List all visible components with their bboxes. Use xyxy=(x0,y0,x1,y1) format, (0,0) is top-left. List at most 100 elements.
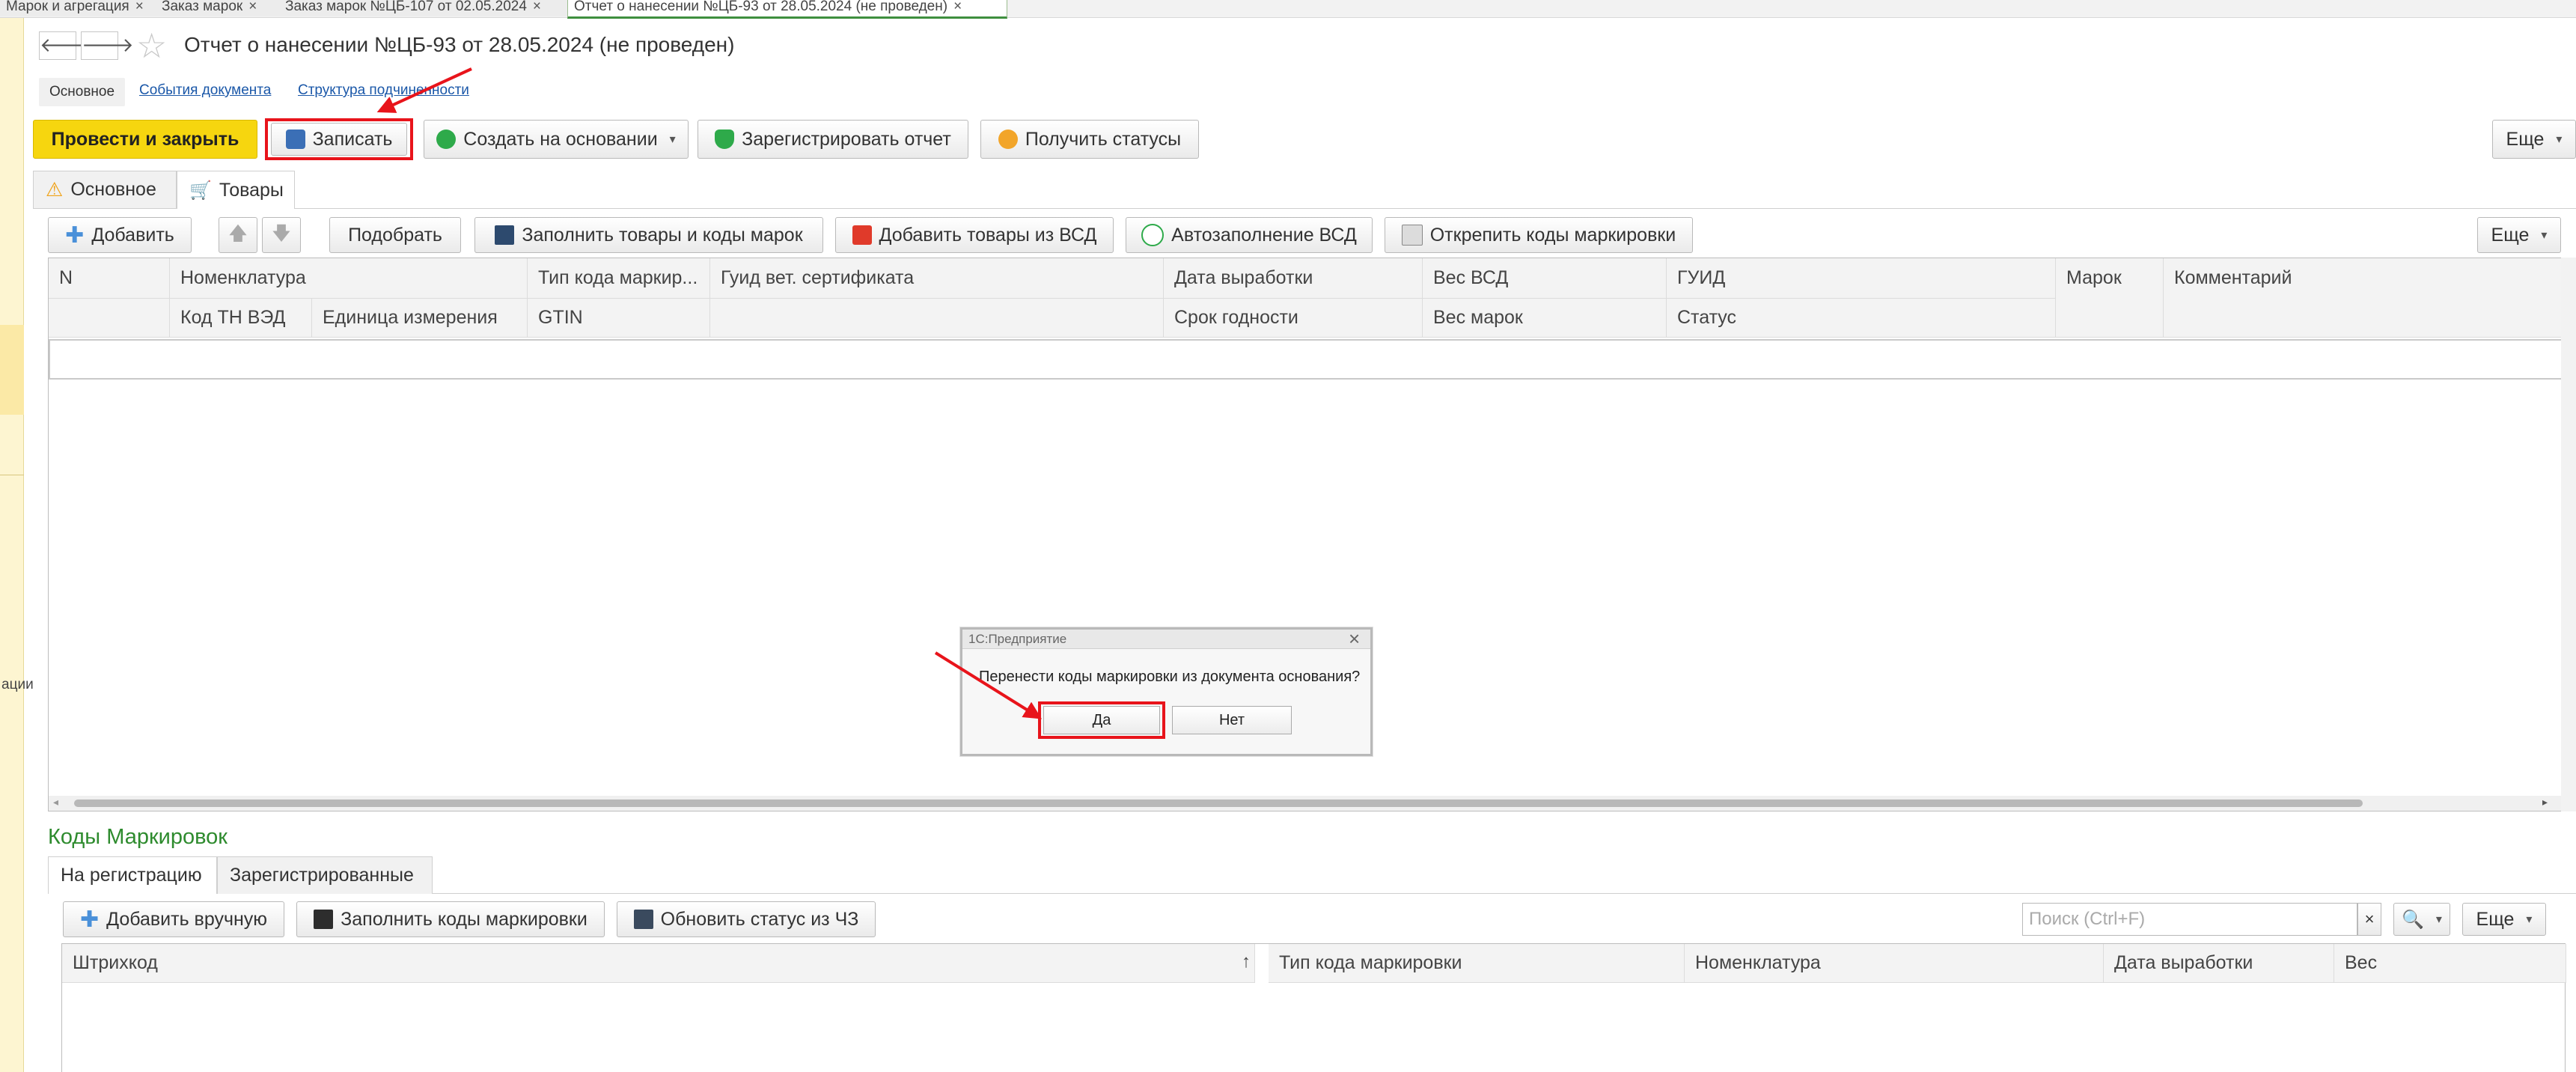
favorite-star-icon[interactable]: ☆ xyxy=(136,28,167,63)
autofill-vsd-button[interactable]: Автозаполнение ВСД xyxy=(1126,217,1373,253)
box-icon xyxy=(852,225,872,245)
column-header-tn-ved-code[interactable]: Код ТН ВЭД xyxy=(170,299,312,338)
top-tab-application-report[interactable]: Отчет о нанесении №ЦБ-93 от 28.05.2024 (… xyxy=(567,0,1007,19)
plus-circle-icon xyxy=(436,130,457,149)
column-header-vet-certificate-guid[interactable]: Гуид вет. сертификата xyxy=(710,258,1164,299)
register-report-button[interactable]: Зарегистрировать отчет xyxy=(698,120,968,159)
close-icon[interactable]: × xyxy=(953,0,962,14)
search-input[interactable]: Поиск (Ctrl+F) xyxy=(2022,903,2357,936)
column-header-blank xyxy=(49,299,170,338)
close-icon[interactable]: × xyxy=(533,0,541,14)
plus-icon: ✚ xyxy=(65,222,85,248)
scroll-left-icon[interactable]: ◂ xyxy=(53,796,58,808)
column-header-nomenclature[interactable]: Номенклатура xyxy=(1685,944,2104,983)
move-down-button[interactable]: 🡇 xyxy=(262,217,301,253)
qr-code-icon xyxy=(314,910,334,929)
dialog-title: 1С:Предприятие xyxy=(968,632,1067,646)
add-goods-from-vsd-button[interactable]: Добавить товары из ВСД xyxy=(835,217,1114,253)
unpin-codes-button[interactable]: Открепить коды маркировки xyxy=(1385,217,1693,253)
refresh-status-icon xyxy=(998,130,1018,149)
nav-link-subordination-structure[interactable]: Структура подчиненности xyxy=(298,82,469,99)
dropdown-caret-icon: ▾ xyxy=(2556,133,2563,146)
column-header-expiry[interactable]: Срок годности xyxy=(1164,299,1423,338)
sidebar-highlight[interactable] xyxy=(0,325,24,415)
close-icon[interactable]: × xyxy=(1349,627,1360,651)
dropdown-caret-icon: ▾ xyxy=(2541,229,2548,242)
confirmation-dialog: 1С:Предприятие × Перенести коды маркиров… xyxy=(960,627,1373,756)
refresh-status-cz-button[interactable]: Обновить статус из ЧЗ xyxy=(617,901,876,937)
codes-table: Штрихкод ↑ Тип кода маркировки Номенклат… xyxy=(61,943,2566,1072)
tab-to-register[interactable]: На регистрацию xyxy=(48,856,217,894)
get-statuses-button[interactable]: Получить статусы xyxy=(980,120,1199,159)
column-header-nomenclature[interactable]: Номенклатура xyxy=(170,258,528,299)
left-sidebar: ации xyxy=(0,18,34,1072)
column-header-unit[interactable]: Единица измерения xyxy=(312,299,528,338)
add-manually-button[interactable]: ✚ Добавить вручную xyxy=(63,901,284,937)
goods-more-button[interactable]: Еще ▾ xyxy=(2477,217,2561,253)
dropdown-caret-icon: ▾ xyxy=(2435,913,2442,926)
top-tab-marks-aggregation[interactable]: Марок и агрегация × xyxy=(0,0,168,16)
floppy-disk-icon xyxy=(285,130,305,149)
scrollbar-thumb[interactable] xyxy=(74,800,2363,807)
column-header-guid[interactable]: ГУИД xyxy=(1667,258,2056,299)
column-header-weight[interactable]: Вес xyxy=(2334,944,2566,983)
clear-search-button[interactable]: × xyxy=(2357,903,2381,936)
column-header-vsd-weight[interactable]: Вес ВСД xyxy=(1423,258,1667,299)
column-header-status[interactable]: Статус xyxy=(1667,299,2056,338)
codes-more-button[interactable]: Еще ▾ xyxy=(2462,903,2546,936)
cart-icon: 🛒 xyxy=(189,180,212,201)
sort-ascending-icon[interactable]: ↑ xyxy=(1242,951,1251,972)
column-header-production-date[interactable]: Дата выработки xyxy=(2104,944,2334,983)
post-and-close-button[interactable]: Провести и закрыть xyxy=(33,120,257,159)
add-button[interactable]: ✚ Добавить xyxy=(48,217,192,253)
column-header-blank-2 xyxy=(710,299,1164,338)
arrow-up-icon: 🡅 xyxy=(228,222,248,244)
arrow-down-icon: 🡇 xyxy=(272,222,291,244)
dropdown-caret-icon: ▾ xyxy=(2526,913,2533,926)
column-header-marks-count[interactable]: Марок xyxy=(2056,258,2164,338)
page-title: Отчет о нанесении №ЦБ-93 от 28.05.2024 (… xyxy=(184,33,735,56)
horizontal-scrollbar[interactable]: ◂ ▸ xyxy=(49,796,2576,811)
shield-check-icon xyxy=(715,130,735,149)
forward-button[interactable]: 🡒 xyxy=(81,31,134,60)
column-header-production-date[interactable]: Дата выработки xyxy=(1164,258,1423,299)
scanner-icon xyxy=(495,225,515,245)
more-button[interactable]: Еще ▾ xyxy=(2492,120,2576,159)
create-based-on-button[interactable]: Создать на основании ▾ xyxy=(424,120,689,159)
column-header-gtin[interactable]: GTIN xyxy=(528,299,710,338)
warning-icon: ⚠ xyxy=(46,178,64,201)
unpin-table-icon xyxy=(1401,225,1423,246)
column-header-n[interactable]: N xyxy=(49,258,170,299)
dialog-titlebar: 1С:Предприятие × xyxy=(962,627,1370,651)
column-header-marking-code-type[interactable]: Тип кода маркировки xyxy=(1269,944,1685,983)
column-header-barcode[interactable]: Штрихкод xyxy=(62,944,1255,983)
tab-registered[interactable]: Зарегистрированные xyxy=(217,856,433,894)
column-header-comment[interactable]: Комментарий xyxy=(2164,258,2576,338)
top-tab-marks-order[interactable]: Заказ марок × xyxy=(156,0,292,16)
close-icon[interactable]: × xyxy=(248,0,257,14)
search-icon: 🔍 xyxy=(2402,909,2424,930)
table-row[interactable] xyxy=(49,339,2576,380)
pick-button[interactable]: Подобрать xyxy=(329,217,461,253)
yes-button[interactable]: Да xyxy=(1043,706,1160,734)
dialog-message: Перенести коды маркировки из документа о… xyxy=(979,669,1361,685)
plus-icon: ✚ xyxy=(79,907,100,932)
scroll-right-icon[interactable]: ▸ xyxy=(2542,796,2548,808)
no-button[interactable]: Нет xyxy=(1172,706,1292,734)
fill-goods-and-codes-button[interactable]: Заполнить товары и коды марок xyxy=(474,217,823,253)
save-button[interactable]: Записать xyxy=(271,123,407,156)
nav-link-document-events[interactable]: События документа xyxy=(139,82,271,99)
back-button[interactable]: 🡐 xyxy=(39,31,92,60)
move-up-button[interactable]: 🡅 xyxy=(219,217,257,253)
vertical-scrollbar[interactable] xyxy=(2561,258,2576,811)
close-icon[interactable]: × xyxy=(135,0,144,14)
sidebar-item-label[interactable]: ации xyxy=(1,677,34,693)
tab-goods[interactable]: 🛒 Товары xyxy=(177,171,295,209)
column-header-marks-weight[interactable]: Вес марок xyxy=(1423,299,1667,338)
tab-main[interactable]: ⚠ Основное xyxy=(33,171,177,208)
search-button[interactable]: 🔍 ▾ xyxy=(2393,903,2450,936)
nav-link-main[interactable]: Основное xyxy=(39,78,126,106)
column-header-marking-code-type[interactable]: Тип кода маркир... xyxy=(528,258,710,299)
top-tab-marks-order-107[interactable]: Заказ марок №ЦБ-107 от 02.05.2024 × xyxy=(279,0,579,16)
fill-codes-button[interactable]: Заполнить коды маркировки xyxy=(296,901,605,937)
